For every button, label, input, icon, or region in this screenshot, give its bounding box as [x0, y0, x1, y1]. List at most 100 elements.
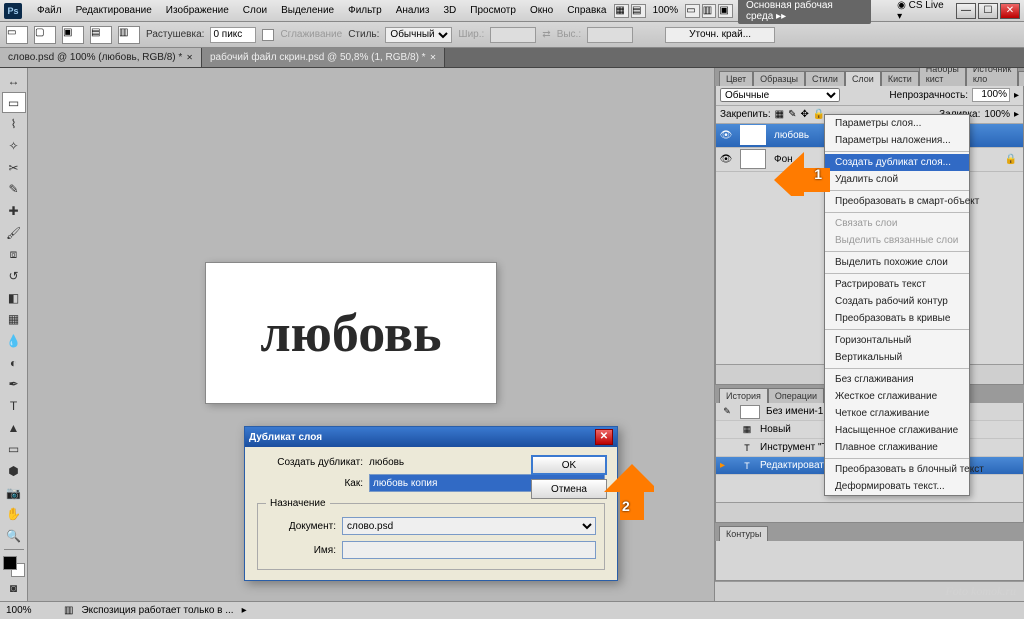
- tab-clonesrc[interactable]: Источник кло: [966, 68, 1018, 86]
- doc-tab-1[interactable]: слово.psd @ 100% (любовь, RGB/8) *✕: [0, 48, 202, 67]
- doc-select[interactable]: слово.psd: [342, 517, 596, 535]
- close-icon[interactable]: ✕: [430, 53, 437, 62]
- menu-view[interactable]: Просмотр: [463, 5, 523, 16]
- lock-pixels-icon[interactable]: ▦: [775, 109, 784, 120]
- visibility-icon[interactable]: 👁: [716, 154, 736, 165]
- launch-minibridge-icon[interactable]: ▤: [631, 4, 646, 18]
- shape-tool-icon[interactable]: ▭: [2, 438, 26, 460]
- style-select[interactable]: Обычный: [385, 27, 452, 43]
- blur-tool-icon[interactable]: 💧: [2, 330, 26, 352]
- cslive-button[interactable]: ◉ CS Live ▾: [889, 0, 954, 22]
- menu-image[interactable]: Изображение: [159, 5, 236, 16]
- swap-wh-icon[interactable]: ⇄: [542, 29, 550, 40]
- menu-select[interactable]: Выделение: [274, 5, 341, 16]
- status-zoom[interactable]: 100%: [6, 605, 56, 616]
- wand-tool-icon[interactable]: ✧: [2, 135, 26, 157]
- fg-color-icon[interactable]: [3, 556, 17, 570]
- workspace-switcher[interactable]: Основная рабочая среда ▸▸: [738, 0, 871, 24]
- ctx-item[interactable]: Преобразовать в смарт-объект: [825, 193, 969, 210]
- layer-thumb-icon[interactable]: [740, 149, 766, 169]
- 3d-tool-icon[interactable]: ⬢: [2, 460, 26, 482]
- ctx-item[interactable]: Плавное сглаживание: [825, 439, 969, 456]
- move-tool-icon[interactable]: ↔: [2, 70, 26, 92]
- ctx-item[interactable]: Создать рабочий контур: [825, 293, 969, 310]
- doc-tab-2[interactable]: рабочий файл скрин.psd @ 50,8% (1, RGB/8…: [202, 48, 445, 67]
- tab-color[interactable]: Цвет: [719, 71, 753, 86]
- chevron-right-icon[interactable]: ▸: [242, 605, 247, 616]
- ctx-item[interactable]: Насыщенное сглаживание: [825, 422, 969, 439]
- stamp-tool-icon[interactable]: ⧈: [2, 243, 26, 265]
- arrange-icon[interactable]: ▥: [702, 4, 717, 18]
- gradient-tool-icon[interactable]: ▦: [2, 308, 26, 330]
- tab-paths[interactable]: Контуры: [719, 526, 768, 541]
- dialog-close-icon[interactable]: ✕: [595, 429, 613, 445]
- ctx-item[interactable]: Создать дубликат слоя...: [825, 154, 969, 171]
- healing-tool-icon[interactable]: ✚: [2, 200, 26, 222]
- blend-mode-select[interactable]: Обычные: [720, 88, 840, 102]
- marquee-tool-icon[interactable]: ▭: [2, 92, 26, 114]
- path-select-icon[interactable]: ▲: [2, 417, 26, 439]
- tab-channels[interactable]: Каналы: [1018, 71, 1024, 86]
- ctx-item[interactable]: Растрировать текст: [825, 276, 969, 293]
- ctx-item[interactable]: Четкое сглаживание: [825, 405, 969, 422]
- 3d-camera-icon[interactable]: 📷: [2, 482, 26, 504]
- tab-styles[interactable]: Стили: [805, 71, 845, 86]
- zoom-tool-icon[interactable]: 🔍: [2, 525, 26, 547]
- menu-filter[interactable]: Фильтр: [341, 5, 389, 16]
- ctx-item[interactable]: Преобразовать в кривые: [825, 310, 969, 327]
- menu-file[interactable]: Файл: [30, 5, 69, 16]
- brush-tool-icon[interactable]: 🖌: [2, 222, 26, 244]
- ctx-item[interactable]: Деформировать текст...: [825, 478, 969, 495]
- ctx-item[interactable]: Выделить похожие слои: [825, 254, 969, 271]
- lock-paint-icon[interactable]: ✎: [788, 109, 796, 120]
- history-brush-icon[interactable]: ↺: [2, 265, 26, 287]
- close-icon[interactable]: ✕: [186, 53, 193, 62]
- menu-layers[interactable]: Слои: [236, 5, 274, 16]
- window-maximize[interactable]: ☐: [978, 3, 998, 19]
- view-extras-icon[interactable]: ▭: [685, 4, 700, 18]
- marquee-mode-add-icon[interactable]: ▣: [62, 26, 84, 44]
- lock-move-icon[interactable]: ✥: [801, 109, 809, 120]
- eraser-tool-icon[interactable]: ◧: [2, 287, 26, 309]
- doc-info-icon[interactable]: ▥: [64, 605, 73, 616]
- ctx-item[interactable]: Вертикальный: [825, 349, 969, 366]
- screen-mode-icon[interactable]: ▣: [718, 4, 733, 18]
- ctx-item[interactable]: Удалить слой: [825, 171, 969, 188]
- visibility-icon[interactable]: 👁: [716, 130, 736, 141]
- ctx-item[interactable]: Горизонтальный: [825, 332, 969, 349]
- fill-input[interactable]: 100%: [984, 109, 1010, 120]
- tab-brushes[interactable]: Кисти: [881, 71, 919, 86]
- window-minimize[interactable]: —: [956, 3, 976, 19]
- cancel-button[interactable]: Отмена: [531, 479, 607, 499]
- type-tool-icon[interactable]: T: [2, 395, 26, 417]
- ok-button[interactable]: OK: [531, 455, 607, 475]
- fg-bg-swatch[interactable]: [3, 556, 25, 578]
- crop-tool-icon[interactable]: ✂: [2, 157, 26, 179]
- lasso-tool-icon[interactable]: ⌇: [2, 113, 26, 135]
- feather-input[interactable]: [210, 27, 256, 43]
- ctx-item[interactable]: Параметры наложения...: [825, 132, 969, 149]
- opacity-input[interactable]: 100%: [972, 88, 1010, 102]
- ctx-item[interactable]: Жесткое сглаживание: [825, 388, 969, 405]
- tab-layers[interactable]: Слои: [845, 71, 881, 86]
- eyedropper-tool-icon[interactable]: ✎: [2, 178, 26, 200]
- launch-bridge-icon[interactable]: ▦: [614, 4, 629, 18]
- tab-brushsets[interactable]: Наборы кист: [919, 68, 966, 86]
- ctx-item[interactable]: Без сглаживания: [825, 371, 969, 388]
- quickmask-icon[interactable]: ◙: [2, 577, 26, 599]
- tab-actions[interactable]: Операции: [768, 388, 824, 403]
- menu-window[interactable]: Окно: [523, 5, 560, 16]
- pen-tool-icon[interactable]: ✒: [2, 373, 26, 395]
- antialias-checkbox[interactable]: [262, 29, 274, 41]
- marquee-mode-sub-icon[interactable]: ▤: [90, 26, 112, 44]
- menu-3d[interactable]: 3D: [436, 5, 463, 16]
- tab-history[interactable]: История: [719, 388, 768, 403]
- menu-help[interactable]: Справка: [560, 5, 613, 16]
- tab-swatches[interactable]: Образцы: [753, 71, 805, 86]
- zoom-level[interactable]: 100%: [647, 5, 685, 16]
- menu-analysis[interactable]: Анализ: [389, 5, 437, 16]
- ctx-item[interactable]: Преобразовать в блочный текст: [825, 461, 969, 478]
- dialog-titlebar[interactable]: Дубликат слоя ✕: [245, 427, 617, 447]
- ctx-item[interactable]: Параметры слоя...: [825, 115, 969, 132]
- marquee-mode-new-icon[interactable]: ▢: [34, 26, 56, 44]
